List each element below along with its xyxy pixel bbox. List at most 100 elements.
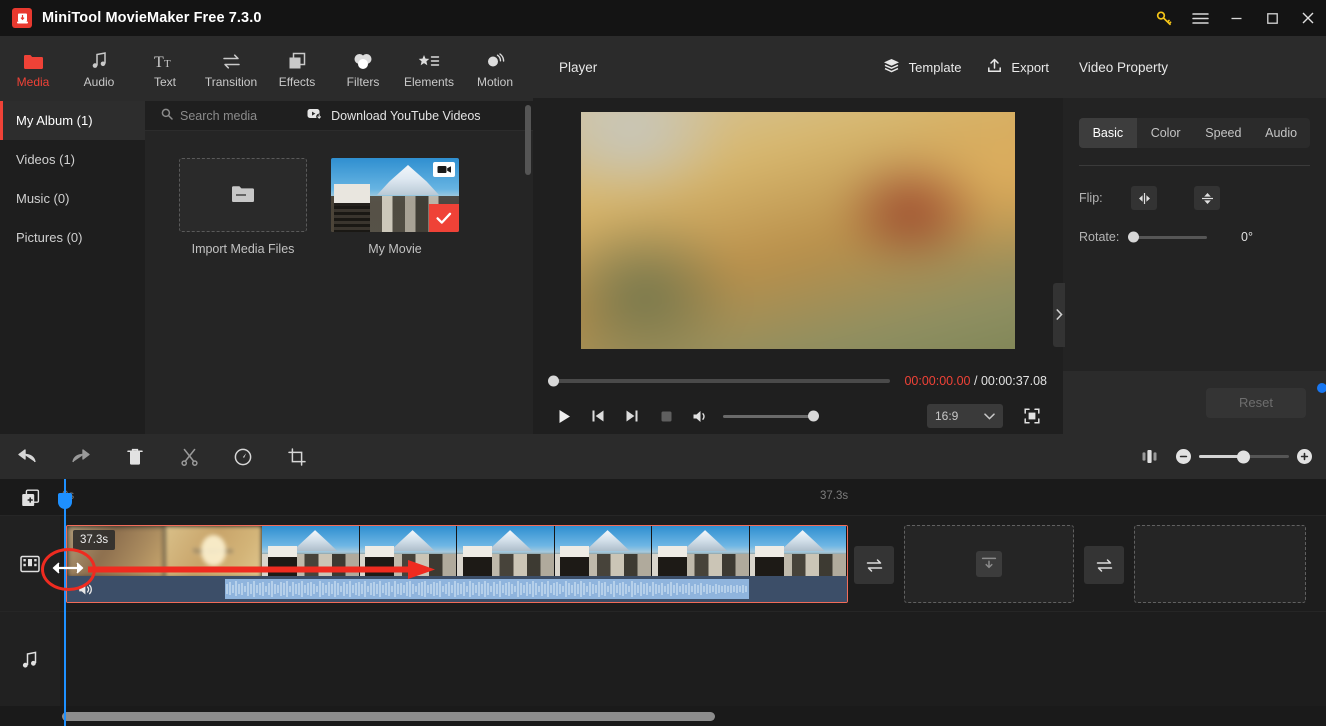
- stop-button[interactable]: [649, 401, 683, 431]
- seek-slider[interactable]: [548, 375, 891, 387]
- volume-button[interactable]: [683, 401, 717, 431]
- template-button[interactable]: Template: [883, 58, 961, 76]
- video-stage: [533, 98, 1063, 363]
- import-media-cell[interactable]: Import Media Files: [179, 158, 307, 256]
- export-label: Export: [1011, 59, 1049, 75]
- media-thumbnail[interactable]: [331, 158, 459, 232]
- redo-button[interactable]: [54, 434, 108, 479]
- timeline-ruler[interactable]: 0s 37.3s: [0, 479, 1326, 515]
- ruler-scale[interactable]: 0s 37.3s: [60, 479, 1326, 515]
- sidebar-item-videos[interactable]: Videos (1): [0, 140, 145, 179]
- fullscreen-button[interactable]: [1015, 401, 1049, 431]
- rotate-handle[interactable]: [1128, 231, 1139, 243]
- clip-frame: [554, 526, 652, 578]
- minimize-icon[interactable]: [1218, 0, 1254, 36]
- volume-handle[interactable]: [808, 410, 819, 422]
- zoom-out-button[interactable]: [1176, 449, 1191, 464]
- audio-waveform: [225, 579, 749, 599]
- transition-button-2[interactable]: [1084, 546, 1124, 584]
- sidebar-item-label: My Album (1): [16, 113, 93, 128]
- sidebar-item-pictures[interactable]: Pictures (0): [0, 218, 145, 257]
- speaker-icon[interactable]: [78, 583, 94, 596]
- speed-button[interactable]: [216, 434, 270, 479]
- tab-audio[interactable]: Audio: [66, 36, 132, 101]
- undo-button[interactable]: [0, 434, 54, 479]
- rotate-label: Rotate:: [1079, 230, 1120, 244]
- play-button[interactable]: [547, 401, 581, 431]
- sidebar-item-my-album[interactable]: My Album (1): [0, 101, 145, 140]
- add-track-icon[interactable]: [18, 487, 42, 509]
- tab-filters[interactable]: Filters: [330, 36, 396, 101]
- tab-transition[interactable]: Transition: [198, 36, 264, 101]
- delete-button[interactable]: [108, 434, 162, 479]
- tab-audio[interactable]: Audio: [1252, 118, 1310, 148]
- flip-horizontal-icon[interactable]: [1131, 186, 1157, 210]
- clip-thumbnails: Your text here: [67, 526, 847, 578]
- hamburger-menu-icon[interactable]: [1182, 0, 1218, 36]
- zoom-slider[interactable]: [1199, 450, 1289, 463]
- timeline: 0s 37.3s Your text here: [0, 479, 1326, 726]
- tab-media[interactable]: Media: [0, 36, 66, 101]
- zoom-in-button[interactable]: [1297, 449, 1312, 464]
- tab-speed[interactable]: Speed: [1195, 118, 1253, 148]
- timeline-horizontal-scrollbar-area: [0, 706, 1326, 726]
- tab-label: Speed: [1205, 126, 1242, 140]
- export-button[interactable]: Export: [987, 58, 1049, 76]
- timeline-horizontal-scrollbar[interactable]: [62, 712, 715, 721]
- video-frame-image: [581, 112, 1015, 349]
- sidebar-item-music[interactable]: Music (0): [0, 179, 145, 218]
- tab-label: Media: [16, 75, 50, 89]
- tab-label: Audio: [83, 75, 115, 89]
- drop-zone-2[interactable]: [1134, 525, 1306, 603]
- previous-frame-button[interactable]: [581, 401, 615, 431]
- music-note-track-icon: [18, 648, 42, 672]
- crop-button[interactable]: [270, 434, 324, 479]
- maximize-icon[interactable]: [1254, 0, 1290, 36]
- player-header-actions: Template Export: [883, 58, 1049, 76]
- playhead[interactable]: [58, 479, 72, 726]
- tab-text[interactable]: TT Text: [132, 36, 198, 101]
- drop-zone-1[interactable]: [904, 525, 1074, 603]
- fit-to-timeline-icon[interactable]: [1122, 434, 1176, 479]
- aspect-ratio-select[interactable]: 16:9: [927, 404, 1003, 428]
- split-button[interactable]: [162, 434, 216, 479]
- star-list-icon: [418, 48, 440, 70]
- video-track: Your text here 37.3s: [0, 515, 1326, 611]
- media-item-my-movie[interactable]: My Movie: [331, 158, 459, 256]
- tab-label: Filters: [346, 75, 380, 89]
- video-track-body[interactable]: Your text here 37.3s: [60, 516, 1326, 611]
- video-preview[interactable]: [581, 112, 1015, 349]
- upload-icon: [987, 58, 1002, 76]
- tab-elements[interactable]: Elements: [396, 36, 462, 101]
- transition-button-1[interactable]: [854, 546, 894, 584]
- video-clip[interactable]: Your text here 37.3s: [66, 525, 848, 603]
- tab-color[interactable]: Color: [1137, 118, 1195, 148]
- tab-label: Elements: [403, 75, 455, 89]
- motion-circle-icon: [485, 48, 505, 70]
- media-scrollbar[interactable]: [525, 105, 531, 175]
- media-content: Search media Download YouTube Videos Imp…: [145, 101, 533, 434]
- playhead-handle[interactable]: [58, 493, 72, 509]
- tab-effects[interactable]: Effects: [264, 36, 330, 101]
- import-media-dropzone[interactable]: [179, 158, 307, 232]
- panel-collapse-handle[interactable]: [1053, 283, 1065, 347]
- next-frame-button[interactable]: [615, 401, 649, 431]
- reset-button[interactable]: Reset: [1206, 387, 1306, 418]
- seek-handle[interactable]: [548, 375, 559, 387]
- music-note-icon: [90, 48, 109, 70]
- tab-label: Effects: [278, 75, 316, 89]
- close-icon[interactable]: [1290, 0, 1326, 36]
- flip-vertical-icon[interactable]: [1194, 186, 1220, 210]
- title-bar: MiniTool MovieMaker Free 7.3.0: [0, 0, 1326, 36]
- volume-slider[interactable]: [723, 410, 819, 422]
- rotate-slider[interactable]: [1128, 231, 1207, 243]
- tab-motion[interactable]: Motion: [462, 36, 528, 101]
- player-right-controls: 16:9: [927, 401, 1049, 431]
- clip-frame: [652, 526, 750, 578]
- key-icon[interactable]: [1146, 0, 1182, 36]
- zoom-slider-handle[interactable]: [1237, 450, 1250, 463]
- audio-track-body[interactable]: [60, 612, 1326, 707]
- search-input[interactable]: Search media: [161, 108, 257, 123]
- tab-basic[interactable]: Basic: [1079, 118, 1137, 148]
- download-youtube-button[interactable]: Download YouTube Videos: [307, 108, 481, 123]
